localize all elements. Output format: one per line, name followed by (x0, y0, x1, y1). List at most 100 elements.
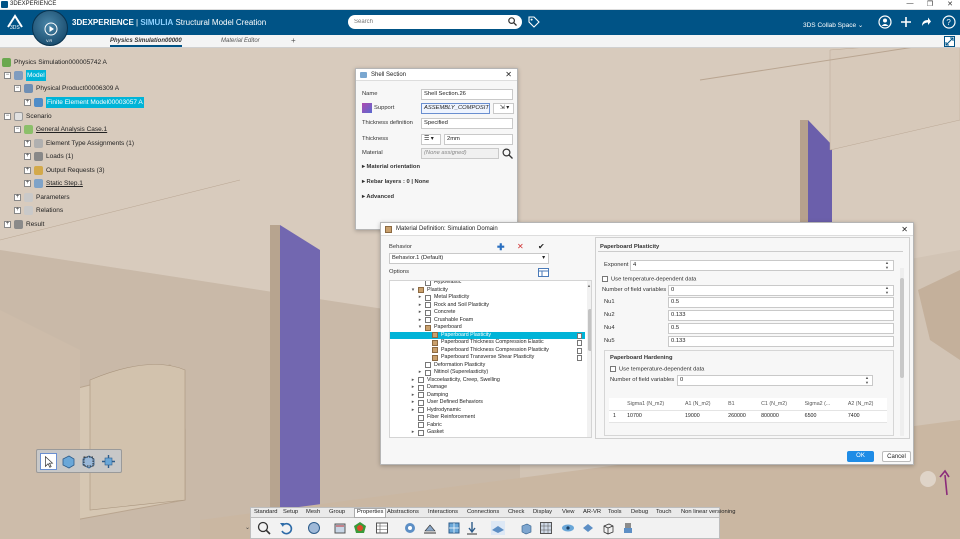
tree-node-scenario[interactable]: − Scenario (4, 111, 52, 122)
action-tab-connections[interactable]: Connections (467, 509, 499, 515)
nu-field[interactable]: 0.133 (668, 310, 894, 321)
action-tab-check[interactable]: Check (508, 509, 524, 515)
search-input[interactable] (354, 17, 504, 27)
expand-arrow-icon[interactable]: ▸ (417, 302, 423, 310)
action-tab-mesh[interactable]: Mesh (306, 509, 320, 515)
exponent-field[interactable]: 4 (630, 260, 894, 271)
expand-icon[interactable]: + (24, 99, 31, 106)
collapse-toolbar-icon[interactable]: ⌄ (245, 524, 250, 531)
cancel-button[interactable]: Cancel (882, 451, 911, 462)
expand-arrow-icon[interactable]: ▸ (417, 317, 423, 325)
behavior-tree-item[interactable]: ▸ Concrete (390, 309, 585, 317)
checkbox-icon[interactable] (425, 281, 431, 286)
checkbox-icon[interactable] (418, 429, 424, 436)
column-header[interactable]: A2 (N_m2) (843, 398, 887, 411)
column-header[interactable]: B1 (724, 398, 758, 411)
tree-node-relations[interactable]: + Relations (14, 205, 63, 216)
scrollbar[interactable]: ▲ (587, 281, 591, 437)
action-tab-interactions[interactable]: Interactions (428, 509, 458, 515)
expand-arrow-icon[interactable]: ▸ (417, 369, 423, 377)
checkbox-icon[interactable] (425, 369, 431, 376)
visibility-icon[interactable] (561, 521, 575, 535)
spinner-icon[interactable]: ▲ ▼ (865, 375, 869, 385)
collapse-icon[interactable]: − (14, 85, 21, 92)
tree-node-parameters[interactable]: + Parameters (14, 192, 70, 203)
tag-icon[interactable] (528, 16, 540, 28)
checkbox-icon[interactable] (418, 422, 424, 429)
expand-icon[interactable]: + (24, 153, 31, 160)
search-material-icon[interactable] (502, 148, 513, 159)
rebar-layers-section[interactable]: ▸ Rebar layers : 0 | None (362, 179, 429, 185)
thickness-field[interactable]: 2mm (444, 134, 513, 145)
behavior-tree-item[interactable]: Paperboard Thickness Compression Elastic (390, 339, 585, 347)
advanced-section[interactable]: ▸ Advanced (362, 194, 394, 200)
minimize-button[interactable]: — (900, 0, 920, 7)
select-traps-icon[interactable] (80, 453, 97, 470)
behavior-tree-item[interactable]: Fiber Reinforcement (390, 414, 585, 422)
move-icon[interactable] (100, 453, 117, 470)
validate-behavior-icon[interactable]: ✔ (538, 242, 545, 251)
tab-physics-simulation[interactable]: Physics Simulation00000 (110, 38, 182, 47)
material-behavior-icon[interactable] (432, 339, 438, 346)
checkbox-icon[interactable] (602, 276, 608, 282)
scrollbar[interactable] (900, 268, 904, 436)
add-behavior-icon[interactable]: ✚ (497, 242, 505, 253)
behavior-tree-item[interactable]: ▸ Metal Plasticity (390, 294, 585, 302)
restore-button[interactable]: ❐ (920, 0, 940, 8)
tree-node-result[interactable]: + Result (4, 219, 44, 230)
thickness-definition-select[interactable]: Specified (421, 118, 513, 129)
expand-icon[interactable]: + (24, 180, 31, 187)
material-orientation-section[interactable]: ▸ Material orientation (362, 164, 420, 170)
expand-arrow-icon[interactable]: ▸ (410, 384, 416, 392)
action-tab-touch[interactable]: Touch (656, 509, 671, 515)
surface-icon[interactable] (491, 521, 505, 535)
behavior-tree-item[interactable]: Paperboard Thickness Compression Plastic… (390, 347, 585, 355)
edit-behavior-icon[interactable] (577, 332, 582, 339)
add-tab-button[interactable]: + (291, 36, 296, 45)
thickness-mode-select[interactable]: ☰ ▾ (421, 134, 441, 145)
behavior-tree-item[interactable]: Paperboard Plasticity (390, 331, 585, 339)
behavior-tree-item[interactable]: ▸ User Defined Behaviors (390, 399, 585, 407)
expand-arrow-icon[interactable]: ▸ (410, 392, 416, 400)
collapse-icon[interactable]: − (4, 72, 11, 79)
support-field[interactable]: ASSEMBLY_COMPOSITE_ (421, 103, 490, 114)
table-cell[interactable]: 260000 (724, 410, 758, 423)
table-cell[interactable]: 19000 (680, 410, 725, 423)
solid-icon[interactable] (519, 521, 533, 535)
material-behavior-icon[interactable] (418, 287, 424, 294)
material-behavior-icon[interactable] (432, 354, 438, 361)
expand-icon[interactable]: + (4, 221, 11, 228)
tree-node-loads[interactable]: + Loads (1) (24, 151, 73, 162)
behavior-tree-item[interactable]: Fabric (390, 422, 585, 430)
action-tab-debug[interactable]: Debug (631, 509, 648, 515)
options-table-icon[interactable] (538, 268, 549, 277)
checkbox-icon[interactable] (418, 407, 424, 414)
action-tab-group[interactable]: Group (329, 509, 345, 515)
user-icon[interactable] (878, 15, 892, 29)
shell-section-icon[interactable] (307, 521, 321, 535)
scrollbar-thumb[interactable] (588, 309, 591, 351)
search-box[interactable] (348, 15, 522, 29)
ok-button[interactable]: OK (847, 451, 874, 462)
edit-behavior-icon[interactable] (577, 340, 582, 346)
action-tab-tools[interactable]: Tools (608, 509, 622, 515)
table-cell[interactable]: 800000 (757, 410, 801, 423)
behavior-tree-item[interactable]: ▸ Damage (390, 384, 585, 392)
section-assignment-icon[interactable] (333, 521, 347, 535)
expand-icon[interactable]: + (14, 207, 21, 214)
fixture-icon[interactable] (423, 521, 437, 535)
field-variables-field[interactable]: 0 (668, 285, 894, 296)
behavior-tree-item[interactable]: ▸ Viscoelasticity, Creep, Swelling (390, 377, 585, 385)
checkbox-icon[interactable] (425, 302, 431, 309)
tab-material-editor[interactable]: Material Editor (221, 38, 260, 44)
checkbox-icon[interactable] (425, 309, 431, 316)
expand-icon[interactable]: + (24, 167, 31, 174)
collapse-icon[interactable]: − (14, 126, 21, 133)
behavior-tree-item[interactable]: ▸ Rock and Soil Plasticity (390, 302, 585, 310)
search-icon[interactable] (508, 17, 517, 26)
help-icon[interactable]: ? (942, 15, 956, 29)
edit-behavior-icon[interactable] (577, 347, 582, 354)
action-tab-standard[interactable]: Standard (254, 509, 278, 515)
column-header[interactable] (609, 398, 624, 411)
expand-arrow-icon[interactable]: ▸ (410, 429, 416, 437)
